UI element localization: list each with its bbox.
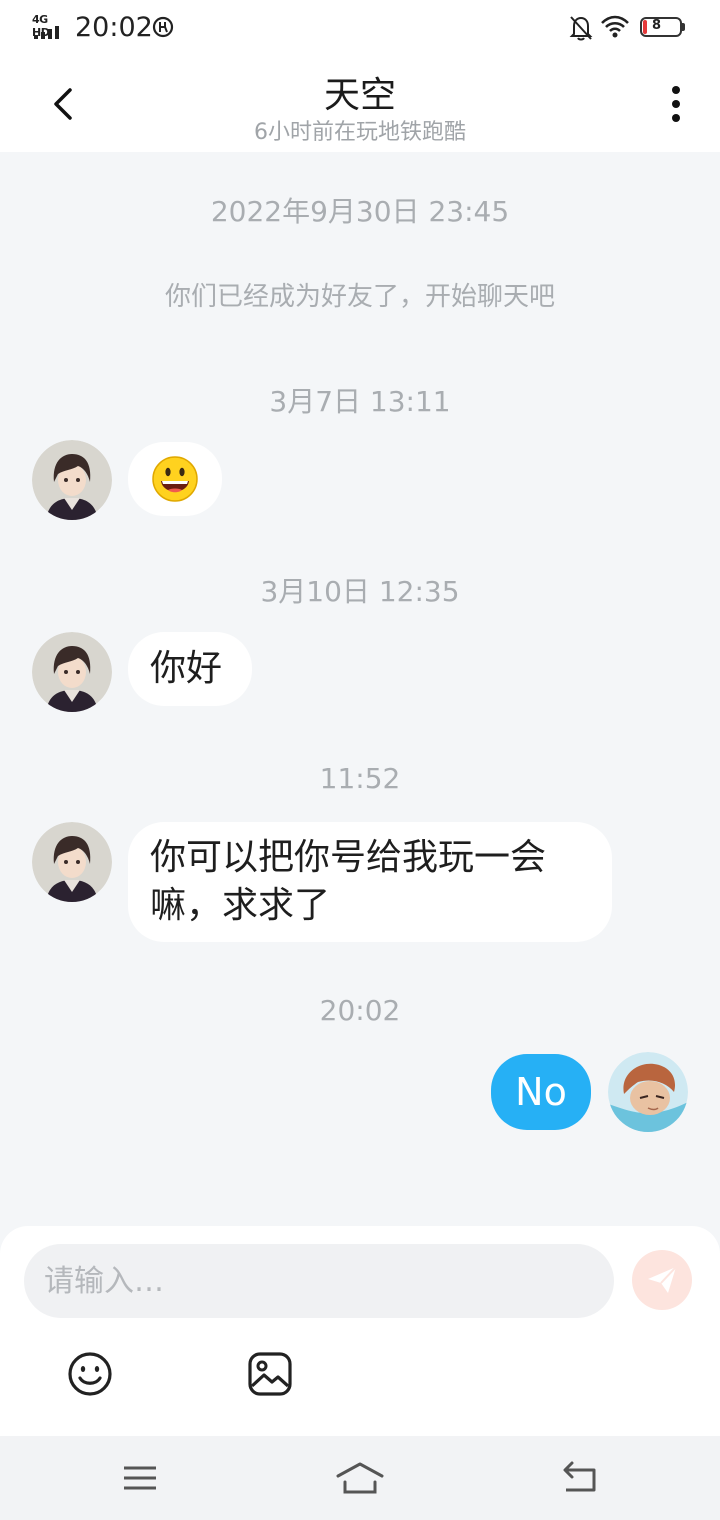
composer-panel: [0, 1226, 720, 1436]
battery-level: 8: [652, 18, 662, 33]
status-time: 20:02: [75, 12, 153, 43]
friend-added-notice: 你们已经成为好友了，开始聊天吧: [164, 282, 555, 312]
message-text: 你可以把你号给我玩一会嘛，求求了: [150, 837, 547, 926]
system-nav-bar: [0, 1436, 720, 1520]
send-button[interactable]: [632, 1250, 692, 1310]
timestamp: 2022年9月30日 23:45: [210, 195, 510, 228]
my-message-bubble[interactable]: No: [491, 1054, 591, 1130]
back-icon[interactable]: [558, 1458, 600, 1498]
message-bubble[interactable]: 你可以把你号给我玩一会嘛，求求了: [128, 822, 612, 942]
signal-icon: 4G HD: [32, 13, 66, 41]
chat-history[interactable]: 2022年9月30日 23:45 你们已经成为好友了，开始聊天吧 3月7日 13…: [0, 152, 720, 1228]
home-icon[interactable]: [334, 1458, 386, 1498]
contact-name: 天空: [323, 75, 396, 116]
vpn-icon: [152, 16, 174, 38]
battery-icon: 8: [640, 17, 686, 39]
status-bar: 4G HD 20:02 8: [0, 0, 720, 56]
timestamp: 3月7日 13:11: [269, 385, 451, 418]
bell-muted-icon: [569, 16, 593, 41]
emoji-icon[interactable]: [66, 1350, 114, 1398]
message-bubble[interactable]: [128, 442, 222, 516]
contact-avatar[interactable]: [32, 632, 112, 712]
more-vertical-icon[interactable]: [656, 80, 696, 128]
smiley-emoji-icon: [152, 456, 198, 502]
message-bubble[interactable]: 你好: [128, 632, 252, 706]
message-text: 你好: [150, 648, 223, 689]
timestamp: 20:02: [319, 994, 401, 1027]
wifi-icon: [601, 15, 629, 38]
contact-avatar[interactable]: [32, 822, 112, 902]
my-avatar[interactable]: [608, 1052, 688, 1132]
message-text: No: [515, 1070, 567, 1114]
message-input[interactable]: [24, 1244, 614, 1318]
contact-avatar[interactable]: [32, 440, 112, 520]
timestamp: 11:52: [319, 762, 401, 795]
timestamp: 3月10日 12:35: [260, 575, 460, 608]
send-icon: [648, 1266, 677, 1293]
chat-header: 天空 6小时前在玩地铁跑酷: [0, 56, 720, 152]
contact-activity-status: 6小时前在玩地铁跑酷: [254, 120, 466, 145]
menu-icon[interactable]: [120, 1460, 160, 1496]
image-icon[interactable]: [246, 1350, 294, 1398]
